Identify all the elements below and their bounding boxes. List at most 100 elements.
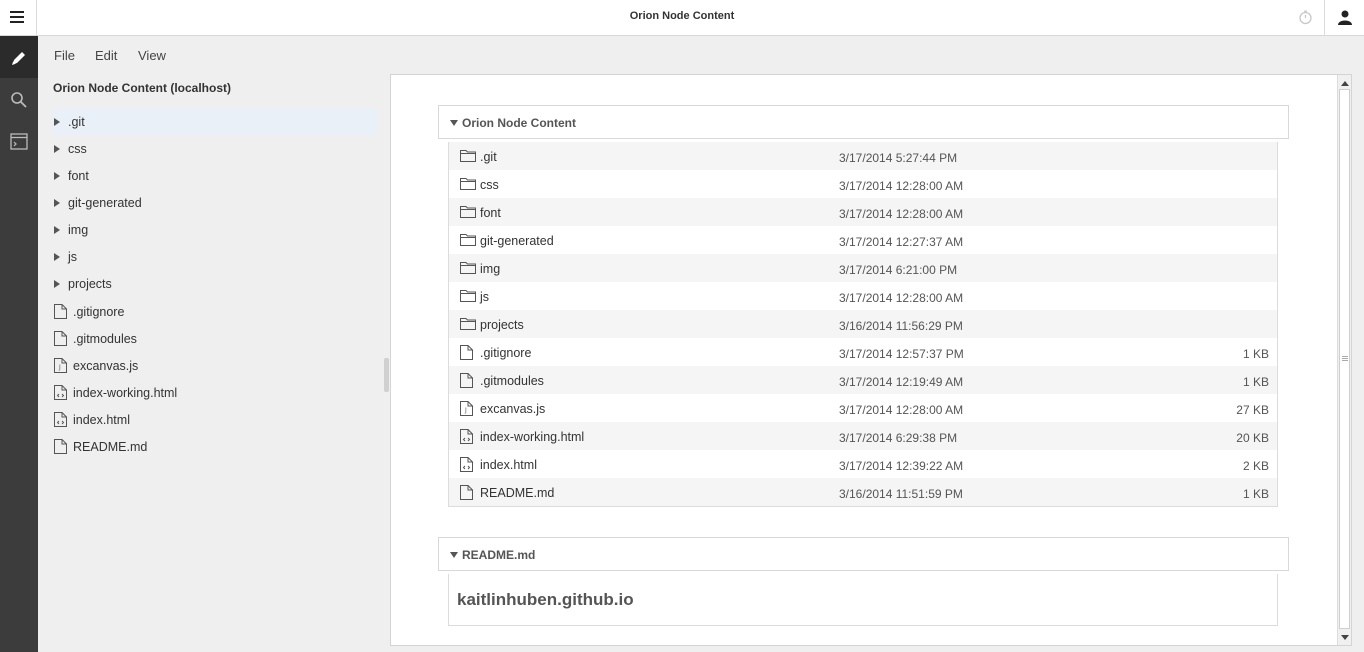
- tree-item-label: README.md: [73, 440, 148, 454]
- file-date: 3/17/2014 12:28:00 AM: [839, 291, 964, 305]
- menu-file[interactable]: File: [54, 48, 75, 63]
- file-size: 2 KB: [1242, 459, 1269, 473]
- expand-arrow-icon[interactable]: [54, 226, 60, 234]
- html-file-icon: [54, 385, 67, 400]
- file-name-link[interactable]: .git: [480, 150, 497, 164]
- tree-item[interactable]: js: [52, 244, 378, 270]
- tree-item[interactable]: .git: [52, 109, 378, 135]
- tree-item-label: .gitmodules: [73, 332, 137, 346]
- page-title: Orion Node Content: [629, 10, 735, 22]
- expand-arrow-icon[interactable]: [54, 199, 60, 207]
- table-row[interactable]: css 3/17/2014 12:28:00 AM: [449, 170, 1277, 198]
- navigator-title: Orion Node Content (localhost): [53, 81, 231, 95]
- pencil-icon: [12, 52, 25, 65]
- table-row[interactable]: index.html 3/17/2014 12:39:22 AM 2 KB: [449, 450, 1277, 478]
- file-date: 3/17/2014 6:21:00 PM: [839, 263, 958, 277]
- file-date: 3/17/2014 12:28:00 AM: [839, 207, 964, 221]
- file-name-link[interactable]: css: [480, 178, 499, 192]
- table-row[interactable]: Jexcanvas.js 3/17/2014 12:28:00 AM 27 KB: [449, 394, 1277, 422]
- tree-item[interactable]: Jexcanvas.js: [52, 353, 378, 379]
- folder-icon: [460, 234, 476, 246]
- svg-text:J: J: [464, 407, 467, 414]
- file-name-link[interactable]: git-generated: [480, 234, 554, 248]
- file-name-link[interactable]: img: [480, 262, 500, 276]
- js-file-icon: J: [460, 401, 473, 416]
- tree-item-label: .git: [68, 115, 85, 129]
- file-icon: [54, 331, 67, 346]
- file-size: 1 KB: [1242, 487, 1269, 501]
- table-row[interactable]: js 3/17/2014 12:28:00 AM: [449, 282, 1277, 310]
- file-name-link[interactable]: font: [480, 206, 501, 220]
- table-row[interactable]: git-generated 3/17/2014 12:27:37 AM: [449, 226, 1277, 254]
- search-icon: [11, 92, 27, 108]
- folder-section-title: Orion Node Content: [462, 116, 576, 130]
- folder-icon: [460, 290, 476, 302]
- file-date: 3/17/2014 6:29:38 PM: [839, 431, 958, 445]
- tree-item[interactable]: font: [52, 163, 378, 189]
- table-row[interactable]: .gitignore 3/17/2014 12:57:37 PM 1 KB: [449, 338, 1277, 366]
- folder-icon: [460, 150, 476, 162]
- tree-item[interactable]: index-working.html: [52, 380, 378, 406]
- main-scrollbar[interactable]: [1337, 75, 1351, 645]
- file-date: 3/17/2014 12:27:37 AM: [839, 235, 964, 249]
- tree-item-label: git-generated: [68, 196, 142, 210]
- tree-item[interactable]: .gitignore: [52, 299, 378, 325]
- user-icon: [1338, 10, 1352, 25]
- scroll-up-arrow-icon[interactable]: [1341, 81, 1349, 86]
- folder-icon: [460, 206, 476, 218]
- file-icon: [54, 439, 67, 454]
- file-size: 1 KB: [1242, 375, 1269, 389]
- table-row[interactable]: index-working.html 3/17/2014 6:29:38 PM 20…: [449, 422, 1277, 450]
- file-name-link[interactable]: js: [480, 290, 489, 304]
- scroll-down-arrow-icon[interactable]: [1341, 635, 1349, 640]
- expand-arrow-icon[interactable]: [54, 253, 60, 261]
- tree-item-label: projects: [68, 277, 112, 291]
- edit-rail-button[interactable]: [0, 36, 38, 78]
- svg-text:J: J: [58, 364, 61, 371]
- table-row[interactable]: font 3/17/2014 12:28:00 AM: [449, 198, 1277, 226]
- file-name-link[interactable]: excanvas.js: [480, 402, 545, 416]
- file-name-link[interactable]: .gitmodules: [480, 374, 544, 388]
- folder-icon: [460, 318, 476, 330]
- tree-item[interactable]: projects: [52, 271, 378, 297]
- tree-item[interactable]: .gitmodules: [52, 326, 378, 352]
- readme-section-header[interactable]: README.md: [438, 537, 1289, 571]
- expand-arrow-icon[interactable]: [54, 145, 60, 153]
- table-row[interactable]: img 3/17/2014 6:21:00 PM: [449, 254, 1277, 282]
- user-menu-button[interactable]: [1324, 0, 1364, 35]
- file-name-link[interactable]: index-working.html: [480, 430, 584, 444]
- left-rail: [0, 36, 38, 652]
- file-date: 3/17/2014 12:28:00 AM: [839, 179, 964, 193]
- table-row[interactable]: projects 3/16/2014 11:56:29 PM: [449, 310, 1277, 338]
- expand-arrow-icon[interactable]: [54, 280, 60, 288]
- file-table: .git 3/17/2014 5:27:44 PM css 3/17/2014 12:…: [448, 142, 1278, 507]
- tree-item[interactable]: css: [52, 136, 378, 162]
- expand-arrow-icon[interactable]: [54, 172, 60, 180]
- folder-section-header[interactable]: Orion Node Content: [438, 105, 1289, 139]
- readme-heading: kaitlinhuben.github.io: [457, 590, 634, 609]
- menu-view[interactable]: View: [138, 48, 166, 63]
- scroll-thumb[interactable]: [1339, 89, 1350, 629]
- tree-item[interactable]: img: [52, 217, 378, 243]
- shell-rail-button[interactable]: [0, 120, 38, 162]
- tree-item-label: css: [68, 142, 87, 156]
- collapse-triangle-icon: [450, 552, 458, 558]
- file-date: 3/16/2014 11:51:59 PM: [839, 487, 963, 501]
- file-name-link[interactable]: README.md: [480, 486, 554, 500]
- menu-edit[interactable]: Edit: [95, 48, 117, 63]
- file-name-link[interactable]: .gitignore: [480, 346, 531, 360]
- tree-item[interactable]: git-generated: [52, 190, 378, 216]
- file-name-link[interactable]: projects: [480, 318, 524, 332]
- file-name-link[interactable]: index.html: [480, 458, 537, 472]
- tree-item[interactable]: README.md: [52, 434, 378, 460]
- sidebar-splitter[interactable]: [384, 358, 389, 392]
- file-size: 27 KB: [1236, 403, 1269, 417]
- search-rail-button[interactable]: [0, 78, 38, 120]
- progress-clock-icon[interactable]: [1298, 10, 1313, 25]
- tree-item[interactable]: index.html: [52, 407, 378, 433]
- table-row[interactable]: .git 3/17/2014 5:27:44 PM: [449, 142, 1277, 170]
- expand-arrow-icon[interactable]: [54, 118, 60, 126]
- table-row[interactable]: .gitmodules 3/17/2014 12:19:49 AM 1 KB: [449, 366, 1277, 394]
- table-row[interactable]: README.md 3/16/2014 11:51:59 PM 1 KB: [449, 478, 1277, 506]
- tree-item-label: js: [68, 250, 78, 264]
